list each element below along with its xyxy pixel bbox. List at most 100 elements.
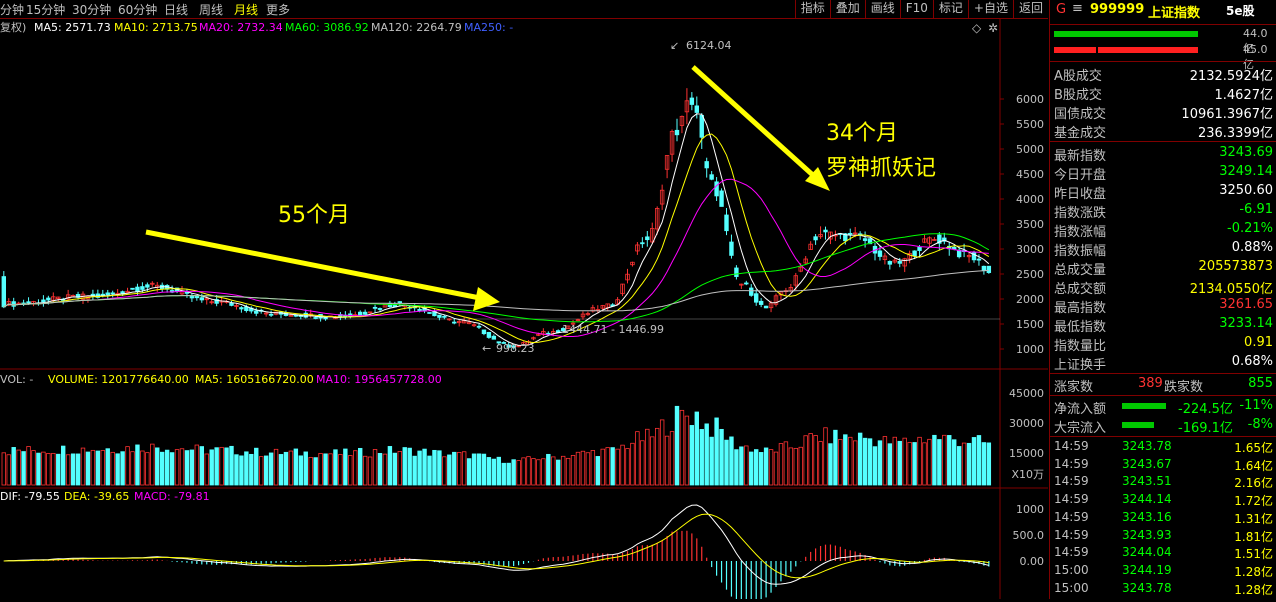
back-button[interactable]: 返回 (1012, 0, 1048, 18)
stat-row: 国债成交 10961.3967亿 (1050, 102, 1276, 122)
tick-row: 14:59 3244.14 1.72亿 (1050, 491, 1276, 509)
tab-15min[interactable]: 15分钟 (26, 1, 65, 18)
quote-panel: G ≡ 999999 上证指数 5e股 44.0亿 45.0亿 A股成交 213… (1049, 0, 1276, 599)
quote-row: 指数振幅 0.88% (1050, 239, 1276, 259)
chart-toolbar: 分钟 15分钟 30分钟 60分钟 日线 周线 月线 更多 指标 叠加 画线 F… (0, 0, 1048, 19)
indicator-button[interactable]: 指标 (794, 0, 830, 18)
down-count-label: 跌家数 (1164, 380, 1204, 395)
tick-amount: 1.81亿 (1234, 529, 1273, 544)
tick-row: 14:59 3243.67 1.64亿 (1050, 456, 1276, 474)
quote-label: 指数涨跌 (1054, 206, 1107, 221)
right-arrow-shaft (691, 65, 817, 179)
legend-ma20: MA20: 2732.34 (199, 21, 283, 34)
stat-value: 2132.5924亿 (1189, 69, 1273, 84)
quote-value: 3243.69 (1219, 145, 1273, 160)
tab-more[interactable]: 更多 (266, 1, 290, 18)
quote-row: 今日开盘 3249.14 (1050, 163, 1276, 183)
add-watchlist-button[interactable]: +自选 (967, 0, 1013, 18)
tick-price: 3244.14 (1122, 492, 1172, 507)
quote-label: 指数量比 (1054, 339, 1107, 354)
menu-icon[interactable]: ≡ (1072, 1, 1083, 16)
flow-pct: -8% (1247, 417, 1273, 432)
flow-bar (1122, 403, 1166, 409)
tab-30min[interactable]: 30分钟 (72, 1, 111, 18)
f10-button[interactable]: F10 (899, 0, 933, 18)
tick-amount: 1.51亿 (1234, 547, 1273, 562)
tab-monthly[interactable]: 月线 (234, 1, 258, 18)
tick-amount: 1.28亿 (1234, 564, 1273, 579)
quote-label: 最新指数 (1054, 149, 1107, 164)
quote-value: 3261.65 (1219, 297, 1273, 312)
tab-weekly[interactable]: 周线 (199, 1, 223, 18)
tick-time: 14:59 (1054, 492, 1089, 507)
tick-amount: 1.65亿 (1234, 441, 1273, 455)
tick-price: 3243.67 (1122, 456, 1172, 471)
quote-label: 今日开盘 (1054, 168, 1107, 183)
tick-row: 15:00 3243.78 1.28亿 (1050, 580, 1276, 598)
flow-label: 大宗流入 (1054, 421, 1107, 436)
draw-line-button[interactable]: 画线 (864, 0, 900, 18)
chart-area[interactable]: 复权) MA5: 2571.73 MA10: 2713.75 MA20: 273… (0, 19, 1048, 602)
price-axis-label: 6000 (1016, 93, 1044, 106)
mark-button[interactable]: 标记 (932, 0, 968, 18)
stat-label: 基金成交 (1054, 126, 1107, 141)
stat-label: A股成交 (1054, 69, 1102, 84)
mid-label: 1444.71 - 1446.99 (562, 323, 664, 336)
tab-60min[interactable]: 60分钟 (118, 1, 157, 18)
annotation-title: 罗神抓妖记 (826, 156, 936, 181)
volume-axis-label: 45000 (1009, 387, 1044, 400)
price-axis-label: 3500 (1016, 218, 1044, 231)
tick-amount: 1.64亿 (1234, 458, 1273, 473)
quote-row: 最新指数 3243.69 (1050, 144, 1276, 164)
stat-label: 国债成交 (1054, 107, 1107, 122)
tick-amount: 2.16亿 (1234, 476, 1273, 491)
quote-value: -6.91 (1239, 202, 1273, 217)
index-code: 999999 (1090, 2, 1145, 17)
overlay-button[interactable]: 叠加 (829, 0, 865, 18)
peak-label: 6124.04 (686, 39, 732, 52)
quote-row: 最高指数 3261.65 (1050, 296, 1276, 316)
breadth-row: 涨家数 389 跌家数 855 (1050, 375, 1276, 395)
tick-time: 14:59 (1054, 527, 1089, 542)
flow-label: 净流入额 (1054, 402, 1107, 417)
price-axis-label: 1000 (1016, 343, 1044, 356)
stat-value: 1.4627亿 (1214, 88, 1274, 103)
gear-icon[interactable]: ✲ (988, 21, 998, 35)
flow-pct: -11% (1239, 398, 1273, 413)
legend-ma250: MA250: - (464, 21, 513, 34)
tick-amount: 1.72亿 (1234, 494, 1273, 509)
flow-value: -224.5亿 (1178, 402, 1233, 417)
stat-label: B股成交 (1054, 88, 1102, 103)
quote-value: 0.68% (1231, 354, 1273, 369)
tick-amount: 1.31亿 (1234, 511, 1273, 526)
quote-label: 总成交量 (1054, 263, 1107, 278)
left-arrowhead (473, 287, 500, 311)
legend-ma10: MA10: 2713.75 (114, 21, 198, 34)
tick-time: 14:59 (1054, 474, 1089, 489)
stat-row: A股成交 2132.5924亿 (1050, 64, 1276, 84)
low-marker: ← (482, 342, 491, 355)
diamond-icon[interactable]: ◇ (972, 21, 982, 35)
quote-value: 3250.60 (1219, 183, 1273, 198)
macd-legend-dif: DIF: -79.55 (0, 490, 60, 503)
quote-row: 指数涨幅 -0.21% (1050, 220, 1276, 240)
quote-value: -0.21% (1227, 221, 1273, 236)
price-axis-label: 2500 (1016, 268, 1044, 281)
vol-legend-ma5: MA5: 1605166720.00 (195, 373, 314, 386)
tab-1min[interactable]: 分钟 (0, 1, 24, 18)
volume-axis-label: 30000 (1009, 417, 1044, 430)
price-axis-label: 5500 (1016, 118, 1044, 131)
quote-value: 3233.14 (1219, 316, 1273, 331)
vol-legend-prefix: VOL: - (0, 373, 33, 386)
index-name: 上证指数 (1148, 6, 1201, 21)
tab-daily[interactable]: 日线 (164, 1, 188, 18)
price-axis-label: 1500 (1016, 318, 1044, 331)
buy-strength-bar (1054, 31, 1198, 37)
tick-row: 14:59 3244.04 1.51亿 (1050, 544, 1276, 562)
tick-row: 14:59 3243.78 1.65亿 (1050, 438, 1276, 456)
quote-row: 指数涨跌 -6.91 (1050, 201, 1276, 221)
price-axis-label: 4000 (1016, 193, 1044, 206)
annotation-34-months: 34个月 (826, 121, 898, 146)
tick-time: 15:00 (1054, 562, 1089, 577)
kline-chart[interactable]: 复权) MA5: 2571.73 MA10: 2713.75 MA20: 273… (0, 19, 1048, 602)
